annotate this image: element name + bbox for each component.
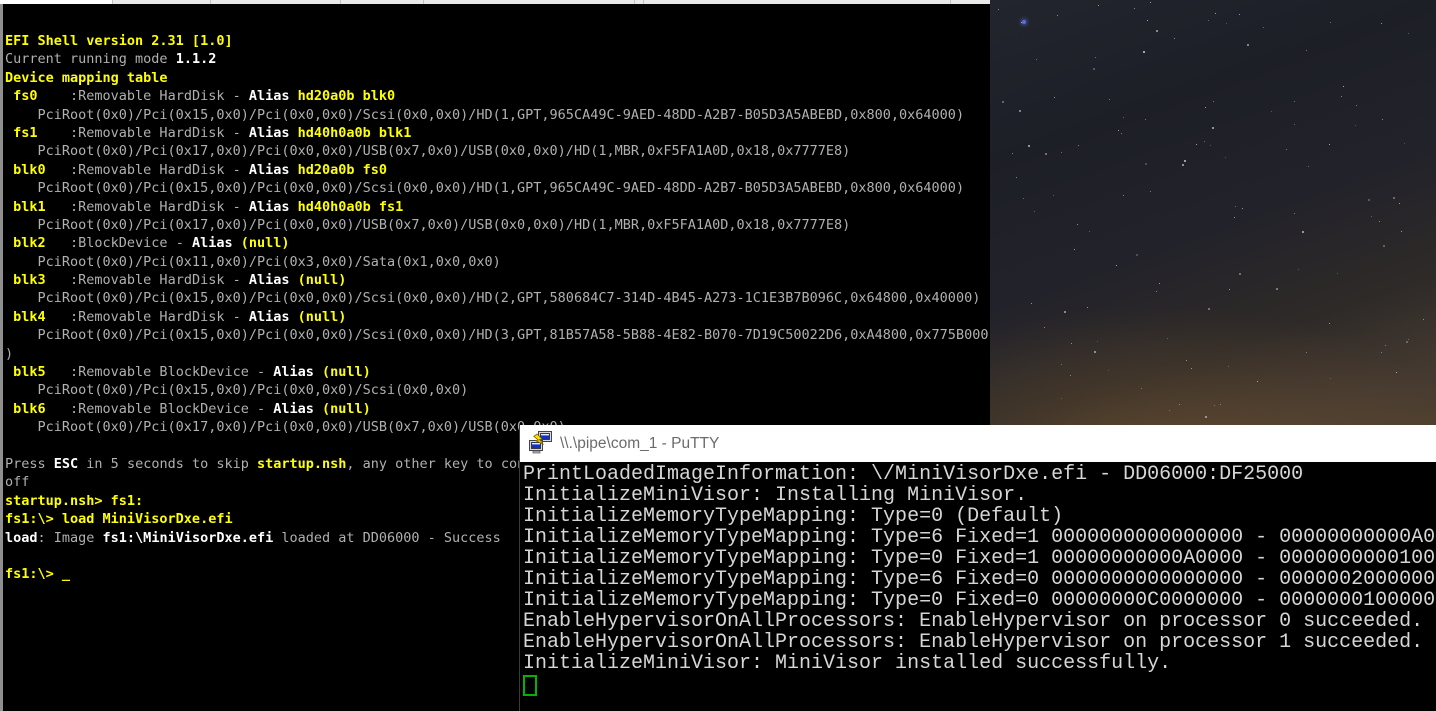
efi-terminal-line: Device mapping table (5, 69, 990, 87)
efi-terminal-line: blk2 :BlockDevice - Alias (null) (5, 234, 990, 252)
efi-terminal-line: PciRoot(0x0)/Pci(0x15,0x0)/Pci(0x0,0x0)/… (5, 289, 990, 307)
putty-text-cursor (523, 675, 537, 696)
efi-terminal-line: ) (5, 345, 990, 363)
putty-terminal-line: InitializeMemoryTypeMapping: Type=0 Fixe… (523, 548, 1436, 569)
desktop: EFI Shell version 2.31 [1.0]Current runn… (0, 0, 1436, 711)
putty-terminal-line: InitializeMiniVisor: MiniVisor installed… (523, 653, 1436, 674)
putty-terminal-line: InitializeMemoryTypeMapping: Type=6 Fixe… (523, 527, 1436, 548)
putty-terminal-line: InitializeMiniVisor: Installing MiniViso… (523, 485, 1436, 506)
putty-titlebar[interactable]: \\.\pipe\com_1 - PuTTY (520, 425, 1436, 462)
efi-terminal-line: EFI Shell version 2.31 [1.0] (5, 32, 990, 50)
putty-window: \\.\pipe\com_1 - PuTTY PrintLoadedImageI… (519, 425, 1436, 711)
putty-terminal-line: EnableHypervisorOnAllProcessors: EnableH… (523, 632, 1436, 653)
putty-terminal-line: InitializeMemoryTypeMapping: Type=0 Fixe… (523, 590, 1436, 611)
bright-blue-star (1022, 20, 1026, 24)
efi-terminal-line: PciRoot(0x0)/Pci(0x15,0x0)/Pci(0x0,0x0)/… (5, 381, 990, 399)
efi-terminal-line: blk5 :Removable BlockDevice - Alias (nul… (5, 363, 990, 381)
efi-terminal-line: PciRoot(0x0)/Pci(0x15,0x0)/Pci(0x0,0x0)/… (5, 106, 990, 124)
efi-terminal-line: blk6 :Removable BlockDevice - Alias (nul… (5, 400, 990, 418)
efi-terminal-line: blk0 :Removable HardDisk - Alias hd20a0b… (5, 161, 990, 179)
putty-terminal-line: EnableHypervisorOnAllProcessors: EnableH… (523, 611, 1436, 632)
putty-terminal[interactable]: PrintLoadedImageInformation: \/MiniVisor… (520, 462, 1436, 711)
putty-terminal-line: InitializeMemoryTypeMapping: Type=0 (Def… (523, 506, 1436, 527)
putty-window-title: \\.\pipe\com_1 - PuTTY (560, 435, 719, 453)
horizon-glow (990, 305, 1436, 425)
putty-terminal-line: PrintLoadedImageInformation: \/MiniVisor… (523, 464, 1436, 485)
efi-terminal-line: PciRoot(0x0)/Pci(0x15,0x0)/Pci(0x0,0x0)/… (5, 326, 990, 344)
efi-terminal-line: PciRoot(0x0)/Pci(0x11,0x0)/Pci(0x3,0x0)/… (5, 253, 990, 271)
efi-terminal-line: Current running mode 1.1.2 (5, 50, 990, 68)
efi-terminal-line: PciRoot(0x0)/Pci(0x17,0x0)/Pci(0x0,0x0)/… (5, 216, 990, 234)
desktop-wallpaper-starfield (990, 0, 1436, 425)
efi-terminal-line: blk3 :Removable HardDisk - Alias (null) (5, 271, 990, 289)
efi-terminal-line: PciRoot(0x0)/Pci(0x17,0x0)/Pci(0x0,0x0)/… (5, 142, 990, 160)
efi-terminal-line: blk1 :Removable HardDisk - Alias hd40h0a… (5, 198, 990, 216)
efi-terminal-line: fs0 :Removable HardDisk - Alias hd20a0b … (5, 87, 990, 105)
efi-terminal-line: PciRoot(0x0)/Pci(0x15,0x0)/Pci(0x0,0x0)/… (5, 179, 990, 197)
efi-terminal-line: blk4 :Removable HardDisk - Alias (null) (5, 308, 990, 326)
efi-terminal-line: fs1 :Removable HardDisk - Alias hd40h0a0… (5, 124, 990, 142)
putty-terminal-line: InitializeMemoryTypeMapping: Type=6 Fixe… (523, 569, 1436, 590)
putty-app-icon (529, 431, 553, 457)
